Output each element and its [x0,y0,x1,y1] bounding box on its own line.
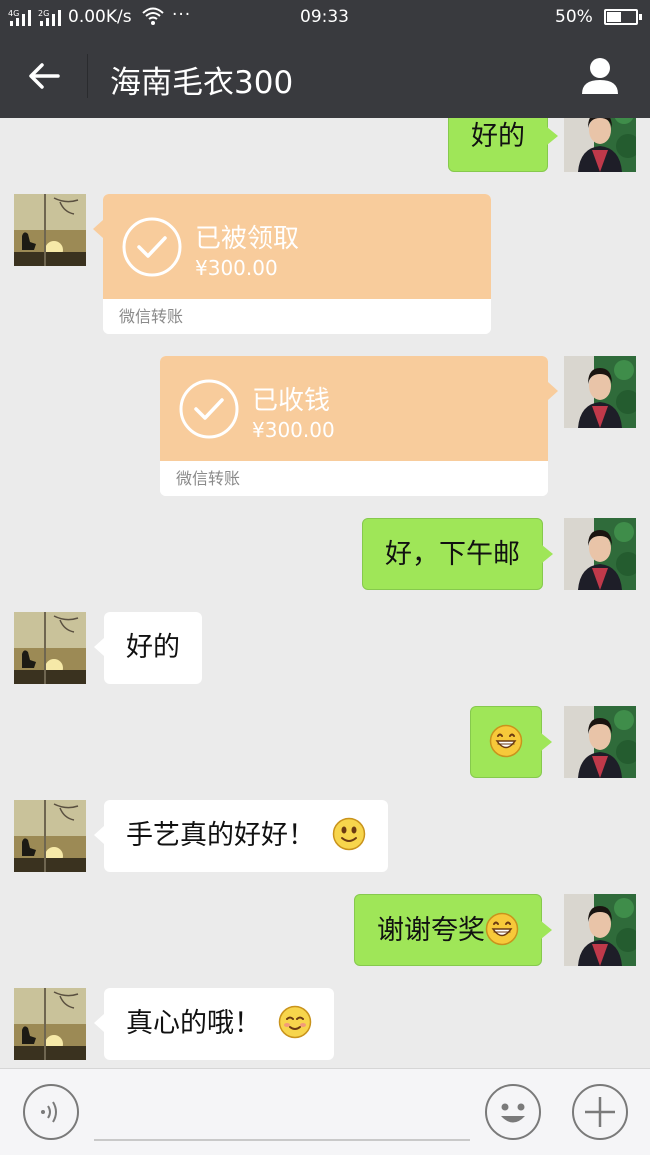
message-text: 好的 [471,121,525,152]
transfer-amount: ¥300.00 [195,256,278,280]
chat-info-person-icon[interactable] [574,50,626,102]
more-actions-plus-button[interactable] [571,1083,629,1141]
transfer-amount: ¥300.00 [252,418,335,442]
contact-avatar[interactable] [14,800,86,872]
message-bubble-outgoing[interactable]: 好的 [448,118,558,172]
transfer-status: 已被领取 [195,224,300,254]
message-text: 手艺真的好好！ [126,820,315,851]
blush-emoji-icon [278,1005,311,1038]
received-check-icon [121,216,183,278]
back-arrow-icon[interactable] [22,54,66,98]
status-bar: 4G 2G 0.00K/s ··· 09:33 50% [0,0,650,34]
clock: 09:33 [300,7,349,27]
emoji-button[interactable] [484,1083,542,1141]
message-list[interactable]: 好的 已被领取 ¥300.00 微信转账 已收钱 ¥300.00 微信转账 好，… [0,118,650,1068]
battery-icon [604,9,642,25]
svg-text:4G: 4G [8,9,19,18]
my-avatar[interactable] [564,706,636,778]
contact-avatar[interactable] [14,194,86,266]
grin-emoji-icon [485,912,519,945]
message-bubble-incoming[interactable]: 手艺真的好好！ [94,800,388,872]
chat-title: 海南毛衣300 [110,65,294,101]
transfer-card-outgoing[interactable]: 已收钱 ¥300.00 微信转账 [160,356,548,496]
message-bubble-outgoing[interactable]: 好，下午邮 [362,518,553,590]
received-check-icon [178,378,240,440]
input-bar [0,1068,650,1155]
chat-header: 海南毛衣300 [0,34,650,118]
message-text: 好的 [126,632,180,663]
battery-percent: 50% [555,7,593,27]
my-avatar[interactable] [564,356,636,428]
transfer-status: 已收钱 [252,386,331,416]
transfer-card-incoming[interactable]: 已被领取 ¥300.00 微信转账 [103,194,491,334]
wifi-icon [142,6,164,26]
grin-emoji-icon [489,724,523,757]
message-bubble-outgoing[interactable]: 谢谢夸奖 [354,894,552,966]
smile-emoji-icon [332,817,365,850]
more-notifications-icon: ··· [172,5,192,25]
header-divider [87,54,88,98]
message-text: 真心的哦！ [126,1008,261,1039]
transfer-source: 微信转账 [103,299,491,334]
contact-avatar[interactable] [14,612,86,684]
svg-text:2G: 2G [38,9,49,18]
message-bubble-incoming[interactable]: 好的 [94,612,202,684]
my-avatar[interactable] [564,518,636,590]
message-text: 好，下午邮 [385,539,520,570]
transfer-source: 微信转账 [160,461,548,496]
my-avatar[interactable] [564,894,636,966]
signal-4g-icon: 4G [8,8,34,33]
signal-2g-icon: 2G [38,8,64,33]
message-bubble-incoming[interactable]: 真心的哦！ [94,988,334,1060]
voice-input-button[interactable] [22,1083,80,1141]
message-bubble-outgoing[interactable] [470,706,552,778]
message-text: 谢谢夸奖 [377,915,485,946]
my-avatar[interactable] [564,118,636,172]
network-speed: 0.00K/s [68,7,132,27]
message-input[interactable] [94,1087,470,1141]
contact-avatar[interactable] [14,988,86,1060]
